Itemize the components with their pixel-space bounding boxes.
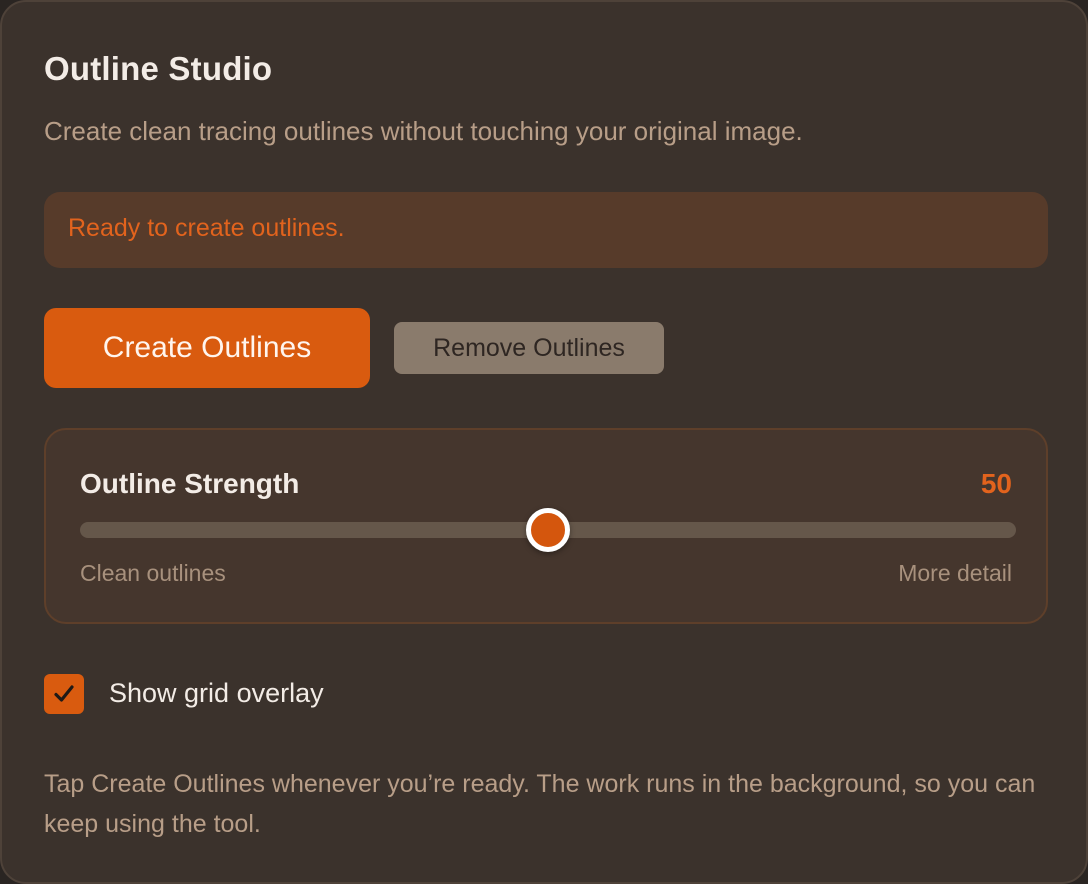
create-outlines-button[interactable]: Create Outlines — [44, 308, 370, 388]
slider-hint-max: More detail — [898, 560, 1012, 586]
outline-strength-slider-thumb[interactable] — [526, 508, 570, 552]
outline-strength-value: 50 — [980, 468, 1012, 499]
remove-outlines-button[interactable]: Remove Outlines — [394, 322, 664, 374]
outline-studio-panel: Outline Studio Create clean tracing outl… — [0, 0, 1088, 884]
page-title: Outline Studio — [44, 50, 273, 87]
footer-hint: Tap Create Outlines whenever you’re read… — [44, 770, 1036, 838]
status-message: Ready to create outlines. — [68, 214, 345, 242]
page-subtitle: Create clean tracing outlines without to… — [44, 116, 803, 146]
slider-hint-min: Clean outlines — [80, 560, 226, 586]
grid-overlay-label[interactable]: Show grid overlay — [109, 678, 324, 709]
outline-strength-card: Outline Strength 50 Clean outlines More … — [44, 428, 1048, 624]
check-icon — [54, 685, 74, 702]
outline-strength-label: Outline Strength — [80, 468, 300, 499]
status-banner: Ready to create outlines. — [44, 192, 1048, 268]
grid-overlay-checkbox[interactable] — [44, 674, 84, 714]
